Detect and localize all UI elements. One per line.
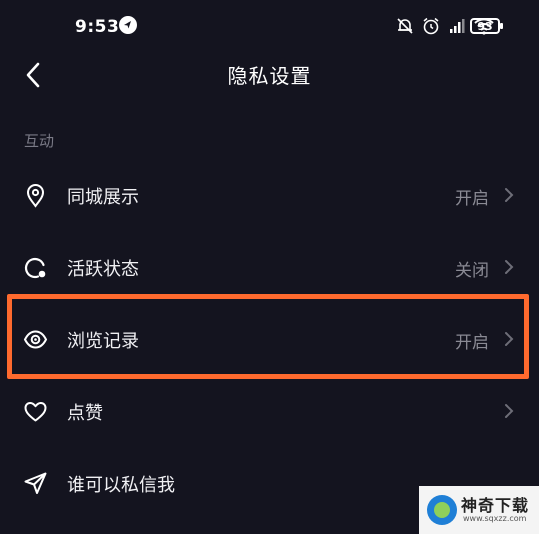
chevron-right-icon — [505, 260, 514, 274]
setting-label: 活跃状态 — [67, 259, 139, 280]
setting-label: 谁可以私信我 — [67, 475, 175, 496]
cellular-signal-icon — [450, 19, 465, 33]
mute-bell-icon — [397, 18, 413, 34]
setting-value: 开启 — [455, 189, 489, 209]
section-label: 互动 — [24, 132, 55, 150]
chevron-right-icon — [505, 404, 514, 418]
watermark: 神奇下载 www.sqxzz.com — [419, 486, 539, 534]
chevron-right-icon — [505, 188, 514, 202]
highlight-box — [7, 294, 529, 379]
setting-row-nearby-display[interactable]: 同城展示 开启 — [0, 164, 539, 226]
watermark-url: www.sqxzz.com — [463, 514, 527, 523]
page-title: 隐私设置 — [227, 64, 312, 88]
navigation-app-icon — [119, 16, 137, 34]
setting-value: 关闭 — [455, 261, 489, 281]
setting-label: 同城展示 — [67, 187, 139, 208]
status-bar: 9:53 93 — [0, 0, 539, 52]
watermark-logo-icon — [427, 495, 457, 525]
battery-indicator: 93 — [470, 18, 503, 34]
setting-row-active-status[interactable]: 活跃状态 关闭 — [0, 236, 539, 298]
battery-level: 93 — [477, 19, 493, 33]
setting-row-likes[interactable]: 点赞 — [0, 380, 539, 442]
active-status-icon — [24, 257, 46, 279]
send-icon — [24, 472, 47, 494]
status-time: 9:53 — [75, 17, 120, 37]
setting-label: 点赞 — [67, 403, 103, 424]
watermark-name: 神奇下载 — [461, 496, 530, 515]
location-pin-icon — [26, 184, 45, 208]
alarm-clock-icon — [423, 17, 439, 35]
page-header: 隐私设置 — [0, 50, 539, 100]
heart-icon — [24, 402, 47, 422]
